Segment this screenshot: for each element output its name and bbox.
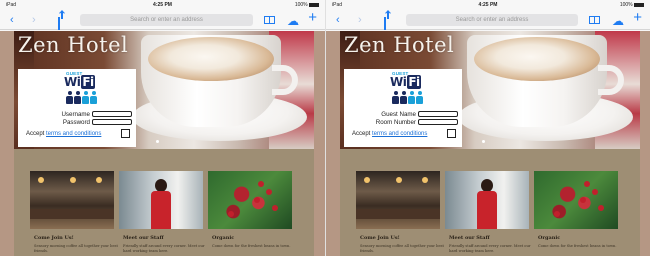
carousel-dot[interactable]: [156, 140, 159, 143]
guest-name-label: Guest Name: [381, 111, 416, 118]
barista-image: [445, 171, 529, 229]
page-content: Zen Hotel GUEST Wi Fi Username Password …: [14, 31, 314, 256]
hero-image: Zen Hotel GUEST Wi Fi Username Password …: [14, 31, 314, 149]
card-title: Meet our Staff: [449, 235, 490, 241]
ipad-screen-guest-name: iPad 4:25 PM 100% ‹ › Search or enter an…: [325, 0, 650, 256]
forward-icon[interactable]: ›: [32, 13, 36, 27]
web-page: Zen Hotel GUEST Wi Fi Username Password …: [0, 31, 325, 256]
cloud-tabs-icon[interactable]: ☁: [287, 14, 299, 28]
card-description: Sensory morning coffee all together your…: [34, 244, 118, 253]
terms-link[interactable]: terms and conditions: [372, 131, 427, 137]
coffee-foam: [474, 37, 600, 81]
address-bar[interactable]: Search or enter an address: [406, 14, 578, 26]
cafe-interior-image: [30, 171, 114, 229]
carousel-dot[interactable]: [482, 140, 485, 143]
address-bar[interactable]: Search or enter an address: [80, 14, 253, 26]
wifi-fi: Fi: [407, 75, 421, 89]
wifi-wordmark: Wi Fi: [64, 75, 95, 89]
clock: 4:25 PM: [478, 2, 498, 8]
username-field[interactable]: [92, 111, 132, 117]
card-organic: Organic Come down for the freshest beans…: [212, 235, 296, 249]
hotel-title: Zen Hotel: [344, 33, 455, 57]
accept-label: Accept: [352, 131, 371, 137]
guest-wifi-logo: GUEST Wi Fi: [62, 71, 102, 105]
guest-name-field[interactable]: [418, 111, 458, 117]
card-meet-staff: Meet our Staff Friendly staff around eve…: [449, 235, 533, 253]
new-tab-icon[interactable]: +: [633, 10, 642, 25]
wifi-login-card: GUEST Wi Fi Guest Name Room Number Accep…: [344, 69, 462, 147]
browser-toolbar: ‹ › Search or enter an address ☁ +: [0, 10, 325, 30]
back-icon[interactable]: ‹: [10, 13, 14, 27]
coffee-foam: [148, 37, 274, 81]
battery-indicator: 100%: [620, 2, 644, 8]
card-description: Friendly staff around every corner. Meet…: [449, 244, 531, 253]
feature-cards: Come Join Us! Sensory morning coffee all…: [18, 171, 310, 253]
share-icon[interactable]: [384, 13, 386, 30]
people-icon: [66, 91, 100, 104]
status-bar: iPad 4:25 PM 100%: [0, 0, 325, 11]
card-description: Sensory morning coffee all together your…: [360, 244, 444, 253]
feature-cards: Come Join Us! Sensory morning coffee all…: [344, 171, 636, 253]
battery-indicator: 100%: [295, 2, 319, 8]
wifi-wi: Wi: [390, 75, 407, 89]
ipad-screen-username: iPad 4:25 PM 100% ‹ › Search or enter an…: [0, 0, 325, 256]
card-description: Come down for the freshest beans in town…: [538, 244, 617, 248]
hotel-title: Zen Hotel: [18, 33, 129, 57]
card-meet-staff: Meet our Staff Friendly staff around eve…: [123, 235, 207, 253]
wifi-wi: Wi: [64, 75, 81, 89]
share-icon[interactable]: [58, 13, 60, 30]
barista-image: [119, 171, 203, 229]
card-organic: Organic Come down for the freshest beans…: [538, 235, 622, 249]
password-field[interactable]: [92, 119, 132, 125]
card-title: Come Join Us!: [360, 235, 400, 241]
bookmarks-icon[interactable]: [264, 16, 275, 24]
wifi-login-card: GUEST Wi Fi Username Password Accept ter…: [18, 69, 136, 147]
browser-toolbar: ‹ › Search or enter an address ☁ +: [326, 10, 650, 30]
new-tab-icon[interactable]: +: [308, 10, 317, 25]
people-icon: [392, 91, 426, 104]
password-label: Password: [62, 119, 90, 126]
card-title: Organic: [212, 235, 235, 241]
card-title: Organic: [538, 235, 561, 241]
accept-checkbox[interactable]: [121, 129, 130, 138]
accept-row: Accept terms and conditions: [26, 131, 101, 137]
card-description: Come down for the freshest beans in town…: [212, 244, 291, 248]
room-number-field[interactable]: [418, 119, 458, 125]
back-icon[interactable]: ‹: [336, 13, 340, 27]
card-come-join: Come Join Us! Sensory morning coffee all…: [34, 235, 118, 253]
card-come-join: Come Join Us! Sensory morning coffee all…: [360, 235, 444, 253]
coffee-berries-image: [208, 171, 292, 229]
guest-wifi-logo: GUEST Wi Fi: [388, 71, 428, 105]
accept-checkbox[interactable]: [447, 129, 456, 138]
clock: 4:25 PM: [153, 2, 172, 8]
page-content: Zen Hotel GUEST Wi Fi Guest Name Room Nu…: [340, 31, 640, 256]
card-title: Come Join Us!: [34, 235, 74, 241]
accept-label: Accept: [26, 131, 45, 137]
bookmarks-icon[interactable]: [589, 16, 600, 24]
card-title: Meet our Staff: [123, 235, 164, 241]
card-description: Friendly staff around every corner. Meet…: [123, 244, 205, 253]
password-row: Password: [18, 118, 136, 127]
web-page: Zen Hotel GUEST Wi Fi Guest Name Room Nu…: [326, 31, 650, 256]
accept-row: Accept terms and conditions: [352, 131, 427, 137]
wifi-fi: Fi: [81, 75, 95, 89]
room-number-row: Room Number: [344, 118, 462, 127]
status-bar: iPad 4:25 PM 100%: [326, 0, 650, 11]
battery-percent: 100%: [619, 2, 633, 8]
cafe-interior-image: [356, 171, 440, 229]
coffee-berries-image: [534, 171, 618, 229]
username-label: Username: [61, 111, 90, 118]
room-number-label: Room Number: [375, 119, 416, 126]
battery-icon: [309, 2, 319, 7]
battery-percent: 100%: [294, 2, 308, 8]
battery-icon: [634, 2, 644, 7]
cloud-tabs-icon[interactable]: ☁: [612, 14, 624, 28]
hero-image: Zen Hotel GUEST Wi Fi Guest Name Room Nu…: [340, 31, 640, 149]
wifi-wordmark: Wi Fi: [390, 75, 421, 89]
terms-link[interactable]: terms and conditions: [46, 131, 101, 137]
forward-icon[interactable]: ›: [358, 13, 362, 27]
